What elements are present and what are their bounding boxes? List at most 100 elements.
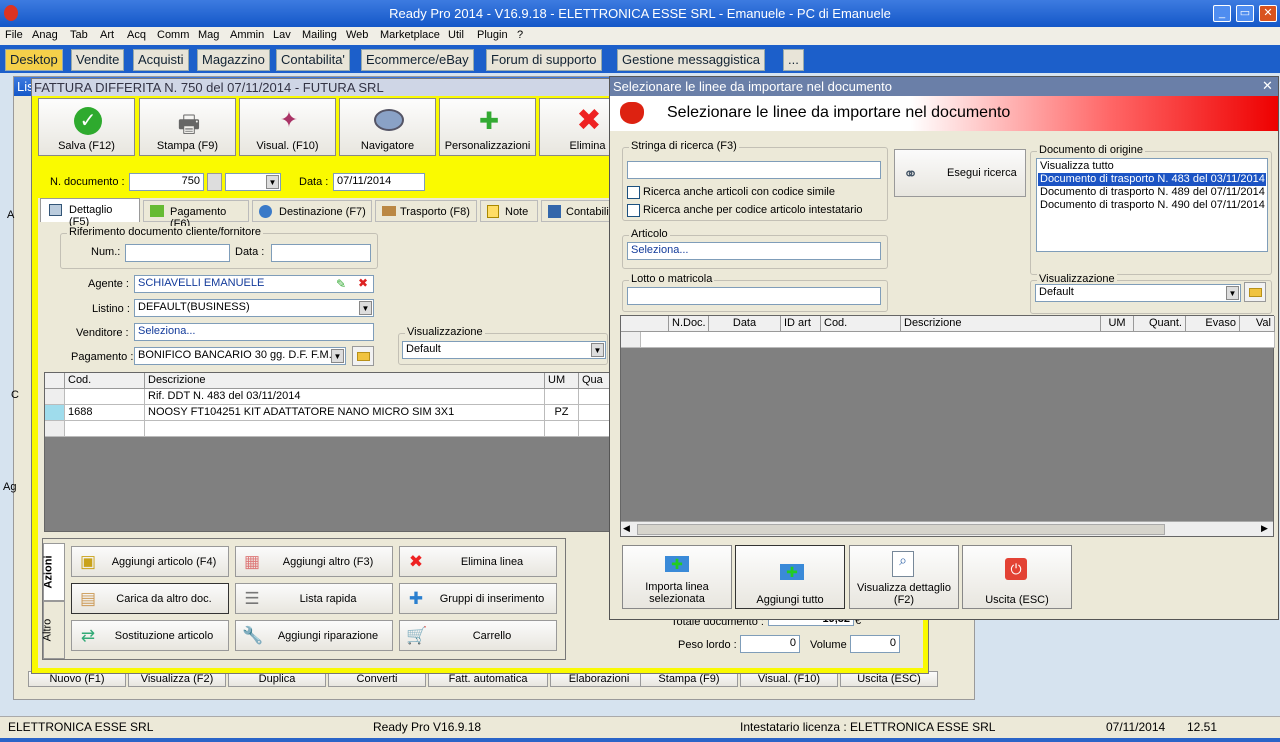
menu-util[interactable]: Util xyxy=(448,29,464,41)
table-cell-desc[interactable] xyxy=(145,421,545,437)
visual-button[interactable]: ✦ Visual. (F10) xyxy=(239,98,336,156)
carrello-button[interactable]: 🛒 Carrello xyxy=(399,620,557,651)
menu-plugin[interactable]: Plugin xyxy=(477,29,508,41)
table-row-sel[interactable] xyxy=(45,405,65,421)
table-cell-desc[interactable]: Rif. DDT N. 483 del 03/11/2014 xyxy=(145,389,545,405)
grid-header-um[interactable]: UM xyxy=(1101,316,1134,332)
dialog-vis-select[interactable]: Default ▼ xyxy=(1035,284,1241,302)
grid-header-um[interactable]: UM xyxy=(545,373,579,389)
close-icon[interactable]: ✕ xyxy=(1259,5,1277,22)
tab-forum[interactable]: Forum di supporto xyxy=(486,49,602,71)
tab-acquisti[interactable]: Acquisti xyxy=(133,49,189,71)
tab-messaggistica[interactable]: Gestione messaggistica xyxy=(617,49,766,71)
aggiungi-riparazione-button[interactable]: 🔧 Aggiungi riparazione xyxy=(235,620,393,651)
visualizza-dettaglio-button[interactable]: ⌕ Visualizza dettaglio (F2) xyxy=(849,545,959,609)
uscita-button[interactable]: ⏻ Uscita (ESC) xyxy=(962,545,1072,609)
table-cell-qua[interactable] xyxy=(579,405,611,421)
menu-comm[interactable]: Comm xyxy=(157,29,189,41)
salva-button[interactable]: ✓ Salva (F12) xyxy=(38,98,135,156)
sostituzione-articolo-button[interactable]: ⇄ Sostituzione articolo xyxy=(71,620,229,651)
menu-acq[interactable]: Acq xyxy=(127,29,146,41)
tab-dettaglio[interactable]: Dettaglio (F5) xyxy=(40,198,140,228)
holder-code-checkbox[interactable] xyxy=(627,204,640,217)
close-icon[interactable]: ✕ xyxy=(1262,78,1273,94)
table-cell-um[interactable] xyxy=(545,389,579,405)
ndoc-field[interactable]: 750 xyxy=(129,173,204,191)
gruppi-inserimento-button[interactable]: ✚ Gruppi di inserimento xyxy=(399,583,557,614)
grid-header-ndoc[interactable]: N.Doc. xyxy=(669,316,709,332)
folder-icon[interactable] xyxy=(1244,282,1266,302)
maximize-icon[interactable]: ▭ xyxy=(1236,5,1254,22)
list-item[interactable]: Documento di trasporto N. 490 del 07/11/… xyxy=(1038,199,1266,212)
personalizzazioni-button[interactable]: ✚ Personalizzazioni xyxy=(439,98,536,156)
scroll-right-icon[interactable]: ▶ xyxy=(1261,523,1268,534)
rif-data-field[interactable] xyxy=(271,244,371,262)
table-row-sel[interactable] xyxy=(45,421,65,437)
table-row[interactable] xyxy=(641,332,1275,348)
grid-header-evaso[interactable]: Evaso xyxy=(1186,316,1240,332)
menu-tab[interactable]: Tab xyxy=(70,29,88,41)
menu-file[interactable]: File xyxy=(5,29,23,41)
menu-mailing[interactable]: Mailing xyxy=(302,29,337,41)
aggiungi-tutto-button[interactable]: ✚ Aggiungi tutto xyxy=(735,545,845,609)
grid-header-desc[interactable]: Descrizione xyxy=(901,316,1101,332)
scroll-left-icon[interactable]: ◀ xyxy=(623,523,630,534)
menu-lav[interactable]: Lav xyxy=(273,29,291,41)
tab-more[interactable]: ... xyxy=(783,49,804,71)
tab-pagamento[interactable]: Pagamento (F6) xyxy=(143,200,249,230)
table-row-sel[interactable] xyxy=(45,389,65,405)
table-cell-um[interactable] xyxy=(545,421,579,437)
clear-x-icon[interactable]: ✖ xyxy=(358,276,368,290)
navigatore-button[interactable]: Navigatore xyxy=(339,98,436,156)
grid-header-val[interactable]: Val xyxy=(1240,316,1275,332)
data-field[interactable]: 07/11/2014 xyxy=(333,173,425,191)
carica-da-altro-doc-button[interactable]: ▤ Carica da altro doc. xyxy=(71,583,229,614)
menu-help[interactable]: ? xyxy=(517,29,523,41)
num-field[interactable] xyxy=(125,244,230,262)
edit-pencil-icon[interactable]: ✎ xyxy=(336,277,346,291)
aggiungi-articolo-button[interactable]: ▣ Aggiungi articolo (F4) xyxy=(71,546,229,577)
grid-header-quant[interactable]: Quant. xyxy=(1134,316,1186,332)
table-row[interactable] xyxy=(621,332,641,348)
folder-icon[interactable] xyxy=(352,346,374,366)
menu-marketplace[interactable]: Marketplace xyxy=(380,29,440,41)
grid-header-data[interactable]: Data xyxy=(709,316,781,332)
tab-destinazione[interactable]: Destinazione (F7) xyxy=(252,200,372,222)
tab-trasporto[interactable]: Trasporto (F8) xyxy=(375,200,477,222)
list-item[interactable]: Visualizza tutto xyxy=(1038,160,1266,173)
tab-contabilita[interactable]: Contabilita' xyxy=(276,49,350,71)
lista-rapida-button[interactable]: ☰ Lista rapida xyxy=(235,583,393,614)
similar-code-checkbox[interactable] xyxy=(627,186,640,199)
table-cell-qua[interactable] xyxy=(579,389,611,405)
menu-anag[interactable]: Anag xyxy=(32,29,58,41)
esegui-ricerca-button[interactable]: ⚭ Esegui ricerca xyxy=(894,149,1026,197)
menu-art[interactable]: Art xyxy=(100,29,114,41)
horizontal-scrollbar[interactable]: ◀ ▶ xyxy=(621,521,1273,536)
tab-ecommerce[interactable]: Ecommerce/eBay xyxy=(361,49,474,71)
minimize-icon[interactable]: _ xyxy=(1213,5,1231,22)
listino-select[interactable]: DEFAULT(BUSINESS) ▼ xyxy=(134,299,374,317)
volume-field[interactable]: 0 xyxy=(850,635,900,653)
table-cell-cod[interactable] xyxy=(65,421,145,437)
tab-note[interactable]: Note xyxy=(480,200,538,222)
table-cell-cod[interactable] xyxy=(65,389,145,405)
table-cell-desc[interactable]: NOOSY FT104251 KIT ADATTATORE NANO MICRO… xyxy=(145,405,545,421)
grid-header-cod[interactable]: Cod. xyxy=(821,316,901,332)
list-item[interactable]: Documento di trasporto N. 489 del 07/11/… xyxy=(1038,186,1266,199)
menu-ammin[interactable]: Ammin xyxy=(230,29,264,41)
ndoc-series-select[interactable]: ▼ xyxy=(225,173,281,191)
table-cell-qua[interactable] xyxy=(579,421,611,437)
vis-select[interactable]: Default ▼ xyxy=(402,341,606,359)
tab-desktop[interactable]: Desktop xyxy=(5,49,63,71)
stampa-button[interactable]: 🖶 Stampa (F9) xyxy=(139,98,236,156)
tab-magazzino[interactable]: Magazzino xyxy=(197,49,270,71)
list-item[interactable]: Documento di trasporto N. 483 del 03/11/… xyxy=(1038,173,1266,186)
side-tab-azioni[interactable]: Azioni xyxy=(43,543,65,601)
aggiungi-altro-button[interactable]: ▦ Aggiungi altro (F3) xyxy=(235,546,393,577)
importa-linea-button[interactable]: ✚ Importa linea selezionata xyxy=(622,545,732,609)
table-cell-um[interactable]: PZ xyxy=(545,405,579,421)
menu-mag[interactable]: Mag xyxy=(198,29,219,41)
ndoc-spin-button[interactable] xyxy=(207,173,222,191)
grid-header-cod[interactable]: Cod. xyxy=(65,373,145,389)
pagamento-select[interactable]: BONIFICO BANCARIO 30 gg. D.F. F.M. ▼ xyxy=(134,347,346,365)
